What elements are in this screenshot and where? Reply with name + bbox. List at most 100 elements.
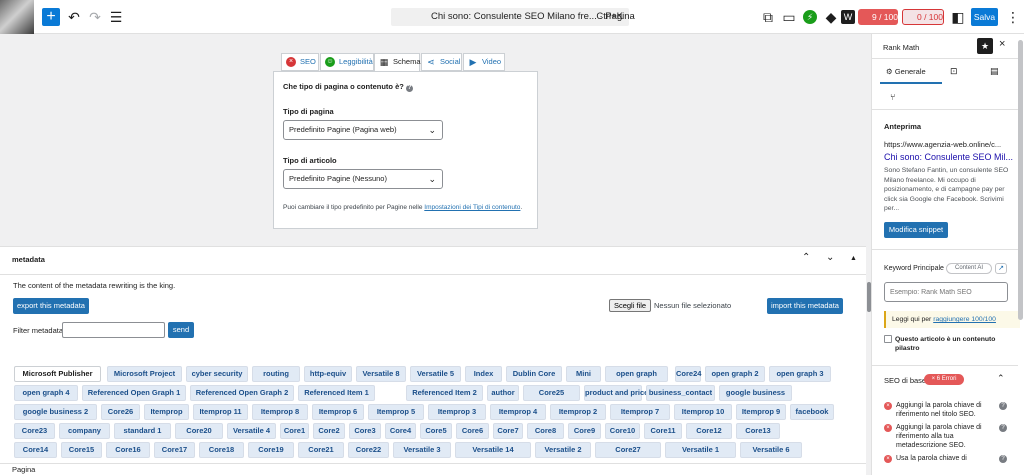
move-down-icon[interactable]: ⌄ — [826, 252, 834, 263]
pin-star-icon[interactable]: ★ — [977, 38, 993, 54]
metadata-tag[interactable]: Core1 — [280, 423, 309, 439]
help-icon[interactable]: ? — [999, 424, 1007, 432]
send-button[interactable]: send — [168, 322, 194, 338]
metadata-tag[interactable]: Core4 — [385, 423, 416, 439]
help-icon[interactable]: ? — [405, 85, 413, 92]
metadata-tag[interactable]: Core8 — [527, 423, 564, 439]
metadata-tag[interactable]: Core17 — [154, 442, 195, 458]
metadata-tag[interactable]: Core20 — [175, 423, 223, 439]
content-ai-badge[interactable]: Content AI — [946, 263, 992, 274]
briefcase-icon[interactable]: ⊡ — [950, 66, 958, 77]
document-title-bar[interactable]: Chi sono: Consulente SEO Milano fre... ·… — [391, 8, 635, 26]
metadata-tag[interactable]: Itemprop 11 — [193, 404, 248, 420]
metadata-tag[interactable]: Core9 — [568, 423, 601, 439]
filter-metadata-input[interactable] — [62, 322, 165, 338]
metadata-tag[interactable]: Itemprop 9 — [736, 404, 786, 420]
metadata-tag[interactable]: Core15 — [61, 442, 102, 458]
metadata-tag[interactable]: Core26 — [101, 404, 140, 420]
metadata-tag[interactable]: Referenced Open Graph 1 — [82, 385, 186, 401]
metadata-tag[interactable]: Core18 — [199, 442, 244, 458]
jetpack-icon[interactable]: ⚡ — [803, 10, 817, 24]
metadata-tag[interactable]: Core5 — [420, 423, 452, 439]
metadata-tag[interactable]: Dublin Core — [506, 366, 562, 382]
collapse-up-icon[interactable]: ⌃ — [997, 373, 1005, 384]
builder-icon[interactable]: W — [841, 10, 855, 24]
metadata-tag[interactable]: product and price — [584, 385, 648, 401]
metadata-tag[interactable]: Microsoft Project — [107, 366, 182, 382]
tab-social[interactable]: ⋖ Social — [421, 53, 462, 71]
metadata-tag[interactable]: Core27 — [595, 442, 661, 458]
metadata-tag[interactable]: http-equiv — [304, 366, 352, 382]
choose-file-button[interactable]: Scegli file — [609, 299, 651, 312]
metadata-tag[interactable]: Core16 — [106, 442, 150, 458]
help-icon[interactable]: ? — [999, 455, 1007, 463]
metadata-tag[interactable]: cyber security — [186, 366, 248, 382]
redo-icon[interactable]: ↷ — [87, 9, 103, 25]
metadata-tag[interactable]: open graph 2 — [705, 366, 765, 382]
focus-keyword-input[interactable] — [884, 282, 1008, 302]
seo-score-badge[interactable]: 9 / 100 — [858, 9, 898, 25]
close-icon[interactable]: × — [999, 38, 1005, 50]
metadata-tag[interactable]: business_contact — [646, 385, 715, 401]
metadata-tag[interactable]: Versatile 5 — [410, 366, 461, 382]
metadata-tag[interactable]: Core6 — [456, 423, 489, 439]
metadata-tag[interactable]: Core23 — [14, 423, 55, 439]
save-button[interactable]: Salva — [971, 8, 998, 26]
tab-readability[interactable]: ☺ Leggibilità — [320, 53, 374, 71]
preview-icon[interactable]: ▭ — [781, 9, 797, 25]
metadata-tag[interactable]: open graph — [605, 366, 668, 382]
metadata-tag[interactable]: Referenced Item 1 — [298, 385, 375, 401]
metadata-tag[interactable]: Core14 — [14, 442, 57, 458]
undo-icon[interactable]: ↶ — [66, 9, 82, 25]
metadata-tag[interactable]: Versatile 1 — [665, 442, 736, 458]
export-metadata-button[interactable]: export this metadata — [13, 298, 89, 314]
metadata-tag[interactable]: Mini — [566, 366, 601, 382]
metadata-tag[interactable]: Versatile 2 — [535, 442, 591, 458]
metadata-tag[interactable]: Core25 — [523, 385, 580, 401]
branch-icon[interactable]: ⑂ — [890, 92, 895, 102]
content-types-link[interactable]: Impostazioni dei Tipi di contenuto — [424, 204, 520, 211]
page-type-select[interactable]: Predefinito Pagine (Pagina web) ⌄ — [283, 120, 443, 140]
plugin-icon[interactable]: ◆ — [823, 9, 839, 25]
metadata-tag[interactable]: facebook — [790, 404, 834, 420]
metadata-tag[interactable]: Core10 — [605, 423, 640, 439]
tab-video[interactable]: ▶ Video — [463, 53, 505, 71]
metadata-tag[interactable]: Core22 — [348, 442, 389, 458]
readability-score-badge[interactable]: 0 / 100 — [902, 9, 944, 25]
metadata-tag[interactable]: Itemprop 3 — [428, 404, 486, 420]
collapse-toggle-icon[interactable]: ▲ — [850, 255, 857, 262]
metadata-tag[interactable]: Referenced Item 2 — [406, 385, 483, 401]
add-block-button[interactable]: + — [42, 8, 60, 26]
article-type-select[interactable]: Predefinito Pagine (Nessuno) ⌄ — [283, 169, 443, 189]
tab-schema[interactable]: ▦ Schema — [374, 53, 421, 72]
metadata-tag[interactable]: Itemprop 8 — [252, 404, 308, 420]
metadata-tag[interactable]: Itemprop 10 — [674, 404, 732, 420]
metadata-tag[interactable]: standard 1 — [114, 423, 171, 439]
document-icon[interactable]: ▤ — [990, 66, 999, 77]
metadata-tag[interactable]: Itemprop 5 — [368, 404, 424, 420]
import-metadata-button[interactable]: import this metadata — [767, 298, 843, 314]
help-icon[interactable]: ? — [999, 402, 1007, 410]
tab-seo[interactable]: × SEO — [281, 53, 319, 71]
metadata-tag[interactable]: Core21 — [298, 442, 344, 458]
site-logo-icon[interactable] — [0, 0, 34, 34]
view-page-icon[interactable]: ⧉ — [760, 9, 776, 25]
metadata-tag[interactable]: Core19 — [248, 442, 294, 458]
tab-general[interactable]: ⚙ Generale — [886, 67, 926, 76]
sidebar-toggle-icon[interactable]: ◧ — [950, 9, 966, 25]
pillar-checkbox[interactable] — [884, 335, 892, 343]
metadata-tag[interactable]: Versatile 14 — [455, 442, 531, 458]
metadata-tag[interactable]: Core11 — [644, 423, 682, 439]
metadata-tag[interactable]: Core2 — [313, 423, 345, 439]
metadata-tag[interactable]: Itemprop 7 — [610, 404, 670, 420]
metadata-tag[interactable]: Versatile 8 — [356, 366, 406, 382]
metadata-tag[interactable]: Core7 — [493, 423, 523, 439]
metadata-tag[interactable]: Core12 — [686, 423, 732, 439]
edit-snippet-button[interactable]: Modifica snippet — [884, 222, 948, 238]
metadata-tag[interactable]: Core3 — [349, 423, 381, 439]
metadata-tag[interactable]: Itemprop 4 — [490, 404, 546, 420]
more-options-icon[interactable]: ⋮ — [1005, 9, 1021, 25]
move-up-icon[interactable]: ⌃ — [802, 252, 810, 263]
metadata-tag[interactable]: Core24 — [675, 366, 701, 382]
metadata-tag[interactable]: Itemprop — [144, 404, 189, 420]
